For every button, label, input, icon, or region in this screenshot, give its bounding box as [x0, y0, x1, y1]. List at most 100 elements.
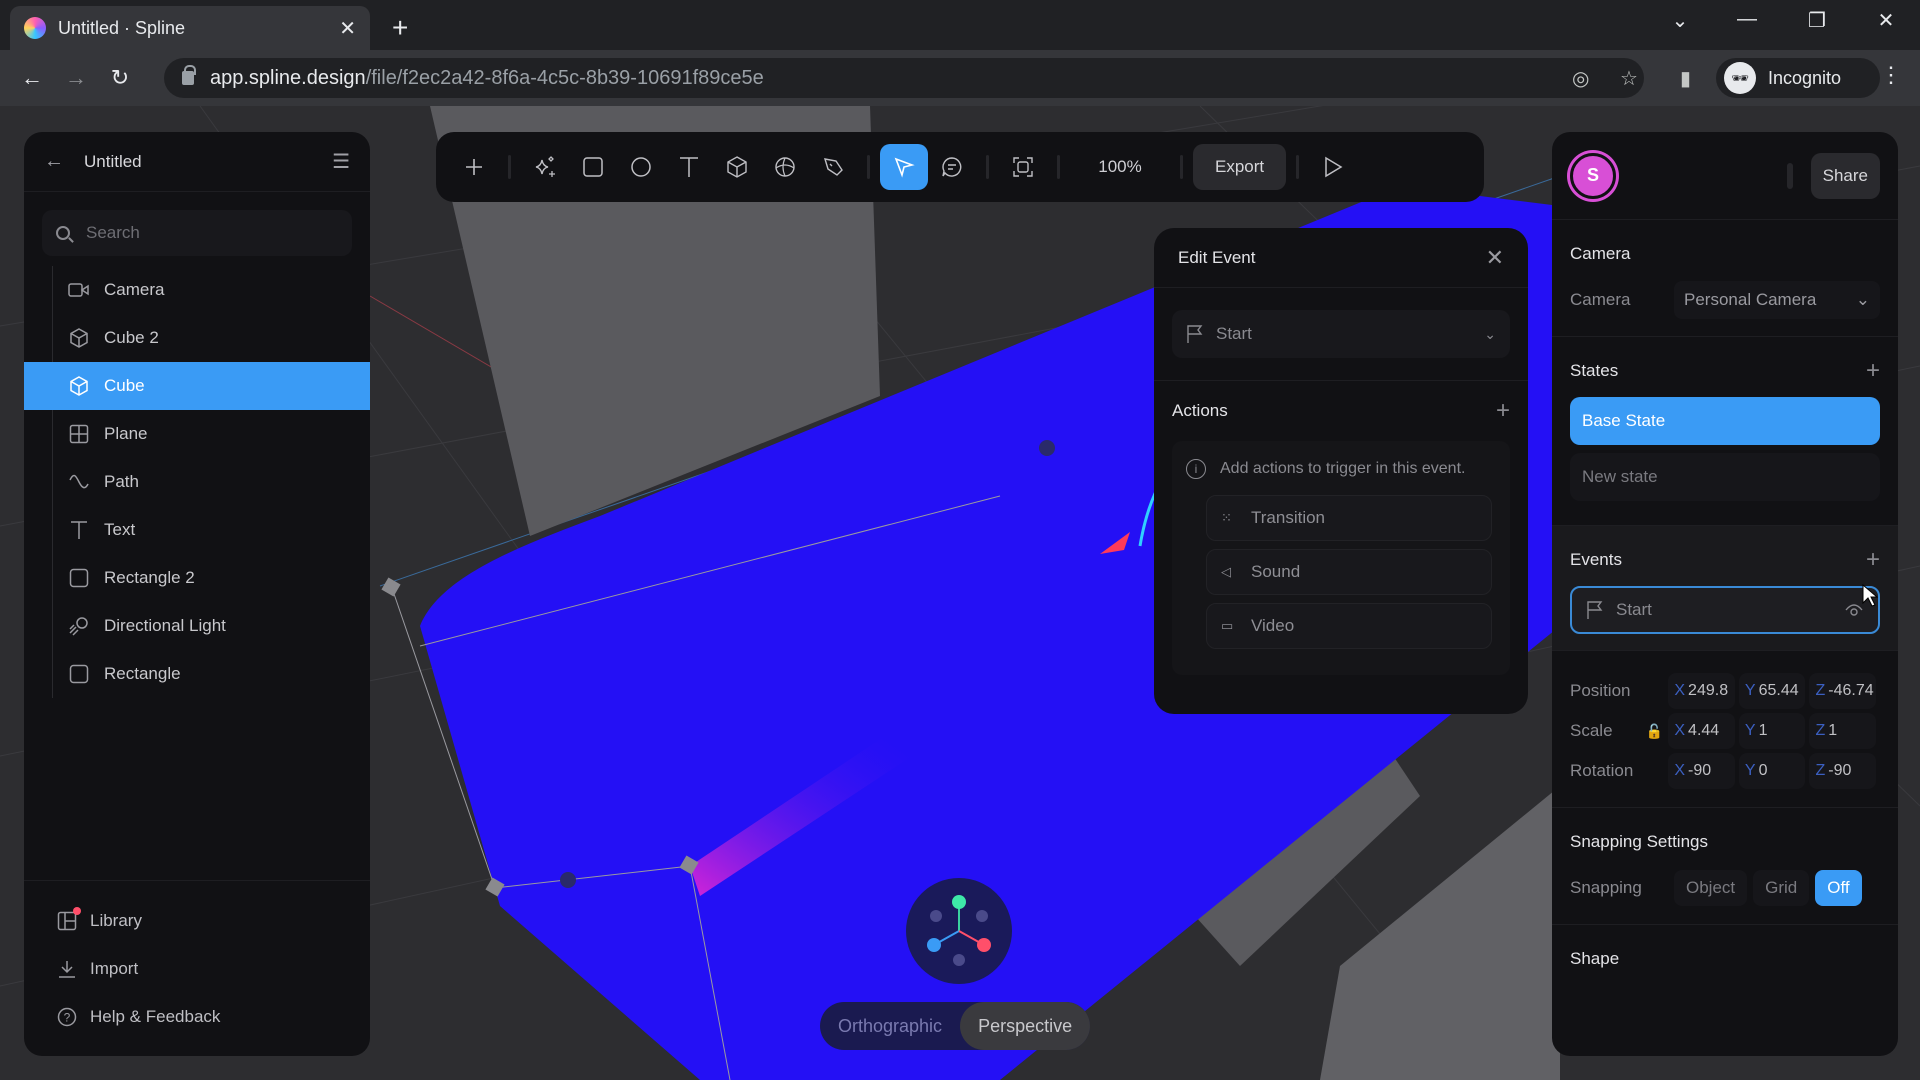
rectangle-tool-button[interactable]: [569, 144, 617, 190]
library-icon: [56, 907, 81, 931]
tab-search-icon[interactable]: ⌄: [1660, 8, 1700, 33]
new-tab-button[interactable]: +: [392, 12, 408, 44]
state-item-base[interactable]: Base State: [1570, 397, 1880, 445]
camera-section: Camera Camera Personal Camera ⌄: [1552, 220, 1898, 337]
ellipse-tool-button[interactable]: [617, 144, 665, 190]
close-window-button[interactable]: ✕: [1866, 8, 1906, 33]
position-y-input[interactable]: Y 65.44: [1738, 673, 1806, 709]
browser-menu-icon[interactable]: ⋮: [1880, 62, 1902, 88]
chevron-down-icon: ⌄: [1855, 290, 1870, 309]
library-label: Library: [90, 911, 142, 930]
flag-icon: [1587, 601, 1603, 619]
incognito-profile[interactable]: 🕶 Incognito: [1716, 58, 1880, 98]
text-tool-button[interactable]: [665, 144, 713, 190]
cube-tool-button[interactable]: [713, 144, 761, 190]
close-tab-icon[interactable]: ✕: [339, 16, 356, 41]
camera-icon: [68, 279, 90, 301]
spline-favicon-icon: [24, 17, 46, 39]
toolbar-divider: [867, 155, 870, 179]
scale-y-input[interactable]: Y1: [1738, 713, 1806, 749]
layer-item-path[interactable]: Path: [24, 458, 370, 506]
address-bar[interactable]: app.spline.design /file/f2ec2a42-8f6a-4c…: [164, 58, 1644, 98]
event-type-select[interactable]: Start ⌄: [1172, 310, 1510, 358]
camera-select[interactable]: Personal Camera ⌄: [1674, 281, 1880, 319]
text-icon: [68, 519, 90, 541]
layer-item-directional-light[interactable]: Directional Light: [24, 602, 370, 650]
edit-event-popover: Edit Event ✕ Start ⌄ Actions + i Add act…: [1154, 228, 1528, 714]
ai-generate-button[interactable]: [521, 144, 569, 190]
event-item-start[interactable]: Start: [1570, 586, 1880, 634]
section-title: Camera: [1570, 244, 1631, 263]
action-label: Sound: [1251, 562, 1301, 581]
hamburger-menu-icon[interactable]: ☰: [332, 149, 350, 174]
rotation-x-input[interactable]: X -90: [1668, 753, 1735, 789]
browser-tab[interactable]: Untitled · Spline ✕: [10, 6, 370, 50]
action-transition[interactable]: ⁙ Transition: [1206, 495, 1492, 541]
scale-row: Scale 🔓 X 4.44 Y1 Z1: [1570, 711, 1880, 751]
side-panel-icon[interactable]: ▮: [1680, 66, 1691, 91]
position-z-input[interactable]: Z -46.74: [1809, 673, 1877, 709]
select-tool-button[interactable]: [880, 144, 928, 190]
import-label: Import: [90, 959, 139, 978]
play-button[interactable]: [1309, 144, 1357, 190]
rotation-z-input[interactable]: Z -90: [1809, 753, 1877, 789]
scale-x-input[interactable]: X 4.44: [1668, 713, 1735, 749]
snapping-grid-option[interactable]: Grid: [1753, 870, 1810, 906]
add-action-button[interactable]: +: [1496, 397, 1510, 425]
import-button[interactable]: Import: [24, 945, 370, 993]
incognito-label: Incognito: [1768, 67, 1842, 88]
layer-item-text[interactable]: Text: [24, 506, 370, 554]
eye-off-icon[interactable]: ◎: [1572, 66, 1589, 91]
minimize-button[interactable]: —: [1727, 8, 1767, 31]
layer-item-cube-2[interactable]: Cube 2: [24, 314, 370, 362]
browser-tab-strip: Untitled · Spline ✕ + ⌄ — ❐ ✕: [0, 0, 1920, 50]
play-icon: [1325, 156, 1343, 178]
user-avatar[interactable]: S: [1570, 152, 1616, 199]
layers-search-input[interactable]: Search: [42, 210, 352, 256]
restore-button[interactable]: ❐: [1797, 8, 1837, 33]
add-state-button[interactable]: +: [1866, 357, 1880, 385]
pen-tool-button[interactable]: [809, 144, 857, 190]
help-feedback-button[interactable]: ? Help & Feedback: [24, 993, 370, 1041]
layer-label: Plane: [104, 424, 148, 443]
layer-item-plane[interactable]: Plane: [24, 410, 370, 458]
unlock-icon[interactable]: 🔓: [1646, 723, 1669, 740]
layer-item-rectangle-2[interactable]: Rectangle 2: [24, 554, 370, 602]
position-x-input[interactable]: X 249.8: [1668, 673, 1735, 709]
layer-item-cube[interactable]: Cube: [24, 362, 370, 410]
layer-item-rectangle[interactable]: Rectangle: [24, 650, 370, 698]
sphere-icon: [775, 157, 795, 177]
bookmark-star-icon[interactable]: ☆: [1620, 66, 1638, 91]
state-item-new[interactable]: New state: [1570, 453, 1880, 501]
add-event-button[interactable]: +: [1866, 546, 1880, 574]
perspective-option[interactable]: Perspective: [960, 1002, 1091, 1050]
frame-tool-button[interactable]: [999, 144, 1047, 190]
popover-header: Edit Event ✕: [1154, 228, 1528, 288]
library-button[interactable]: Library: [24, 897, 370, 945]
search-icon: [56, 226, 70, 240]
layer-item-camera[interactable]: Camera: [24, 266, 370, 314]
zoom-level[interactable]: 100%: [1070, 157, 1170, 177]
snapping-object-option[interactable]: Object: [1674, 870, 1748, 906]
path-icon: [68, 471, 90, 493]
snapping-off-option[interactable]: Off: [1815, 870, 1862, 906]
add-object-button[interactable]: [450, 144, 498, 190]
export-button[interactable]: Export: [1193, 144, 1287, 190]
url-path: /file/f2ec2a42-8f6a-4c5c-8b39-10691f89ce…: [365, 66, 764, 89]
close-icon[interactable]: ✕: [1486, 245, 1504, 271]
rotation-y-input[interactable]: Y0: [1738, 753, 1806, 789]
sphere-tool-button[interactable]: [761, 144, 809, 190]
forward-button[interactable]: →: [54, 65, 98, 91]
file-title[interactable]: Untitled: [84, 152, 332, 172]
orientation-gizmo[interactable]: [906, 878, 1012, 984]
comment-tool-button[interactable]: [928, 144, 976, 190]
back-button[interactable]: ←: [10, 65, 54, 91]
action-video[interactable]: ▭ Video: [1206, 603, 1492, 649]
share-button[interactable]: Share: [1810, 152, 1880, 199]
orthographic-option[interactable]: Orthographic: [820, 1002, 960, 1050]
rectangle-icon: [68, 663, 90, 685]
scale-z-input[interactable]: Z1: [1809, 713, 1877, 749]
action-sound[interactable]: ◁ Sound: [1206, 549, 1492, 595]
reload-button[interactable]: ↻: [98, 65, 142, 91]
back-arrow-icon[interactable]: ←: [44, 150, 64, 173]
